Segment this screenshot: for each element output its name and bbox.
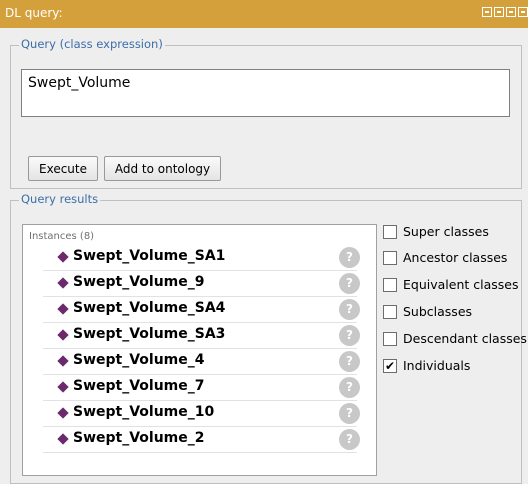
individual-icon (57, 251, 69, 263)
help-icon[interactable]: ? (339, 403, 360, 424)
add-to-ontology-button[interactable]: Add to ontology (104, 156, 221, 181)
list-item[interactable]: Swept_Volume_9 ? (43, 271, 360, 297)
help-icon[interactable]: ? (339, 273, 360, 294)
individual-label: Swept_Volume_4 (73, 352, 205, 368)
query-group-label: Query (class expression) (19, 37, 165, 51)
individual-icon (57, 355, 69, 367)
title-bar: DL query: (0, 0, 528, 28)
execute-button[interactable]: Execute (28, 156, 98, 181)
dl-query-panel: Query (class expression) Swept_Volume Ex… (0, 28, 528, 484)
help-icon[interactable]: ? (339, 351, 360, 372)
individual-label: Swept_Volume_7 (73, 378, 205, 394)
results-list[interactable]: Instances (8) Swept_Volume_SA1 ? Swept_V… (22, 224, 377, 476)
ancestor-classes-checkbox[interactable] (383, 251, 397, 265)
list-item[interactable]: Swept_Volume_SA4 ? (43, 297, 360, 323)
super-classes-checkbox[interactable] (383, 225, 397, 239)
restore-icon[interactable] (482, 7, 492, 17)
list-item[interactable]: Swept_Volume_SA1 ? (43, 245, 360, 271)
window-title: DL query: (5, 6, 63, 20)
subclasses-checkbox[interactable] (383, 305, 397, 319)
list-item[interactable]: Swept_Volume_2 ? (43, 427, 360, 453)
subclasses-label: Subclasses (403, 304, 473, 319)
list-item[interactable]: Swept_Volume_7 ? (43, 375, 360, 401)
individual-icon (57, 277, 69, 289)
results-group-label: Query results (19, 192, 101, 206)
individual-label: Swept_Volume_SA3 (73, 326, 226, 342)
equivalent-classes-checkbox[interactable] (383, 278, 397, 292)
maximize-icon[interactable] (506, 7, 516, 17)
descendant-classes-label: Descendant classes (403, 331, 527, 346)
individual-icon (57, 381, 69, 393)
individual-icon (57, 407, 69, 419)
list-item[interactable]: Swept_Volume_10 ? (43, 401, 360, 427)
query-group: Query (class expression) Swept_Volume Ex… (10, 37, 522, 189)
individual-icon (57, 303, 69, 315)
individuals-checkbox[interactable]: ✔ (383, 359, 397, 373)
list-item[interactable]: Swept_Volume_SA3 ? (43, 323, 360, 349)
ancestor-classes-label: Ancestor classes (403, 250, 508, 265)
list-item[interactable]: Swept_Volume_4 ? (43, 349, 360, 375)
individual-label: Swept_Volume_9 (73, 274, 205, 290)
descendant-classes-checkbox[interactable] (383, 332, 397, 346)
individual-label: Swept_Volume_SA4 (73, 300, 226, 316)
list-header: Instances (8) (29, 231, 95, 242)
help-icon[interactable]: ? (339, 325, 360, 346)
individual-label: Swept_Volume_2 (73, 430, 205, 446)
results-group: Query results Instances (8) Swept_Volume… (10, 192, 527, 484)
super-classes-label: Super classes (403, 224, 489, 239)
minimize-icon[interactable] (494, 7, 504, 17)
help-icon[interactable]: ? (339, 377, 360, 398)
help-icon[interactable]: ? (339, 247, 360, 268)
help-icon[interactable]: ? (339, 429, 360, 450)
individual-icon (57, 329, 69, 341)
close-icon[interactable] (518, 7, 528, 17)
individuals-label: Individuals (403, 358, 471, 373)
individual-label: Swept_Volume_SA1 (73, 248, 226, 264)
help-icon[interactable]: ? (339, 299, 360, 320)
equivalent-classes-label: Equivalent classes (403, 277, 519, 292)
individual-label: Swept_Volume_10 (73, 404, 215, 420)
query-expression-input[interactable]: Swept_Volume (21, 69, 510, 117)
individual-icon (57, 433, 69, 445)
window-controls (482, 7, 528, 19)
